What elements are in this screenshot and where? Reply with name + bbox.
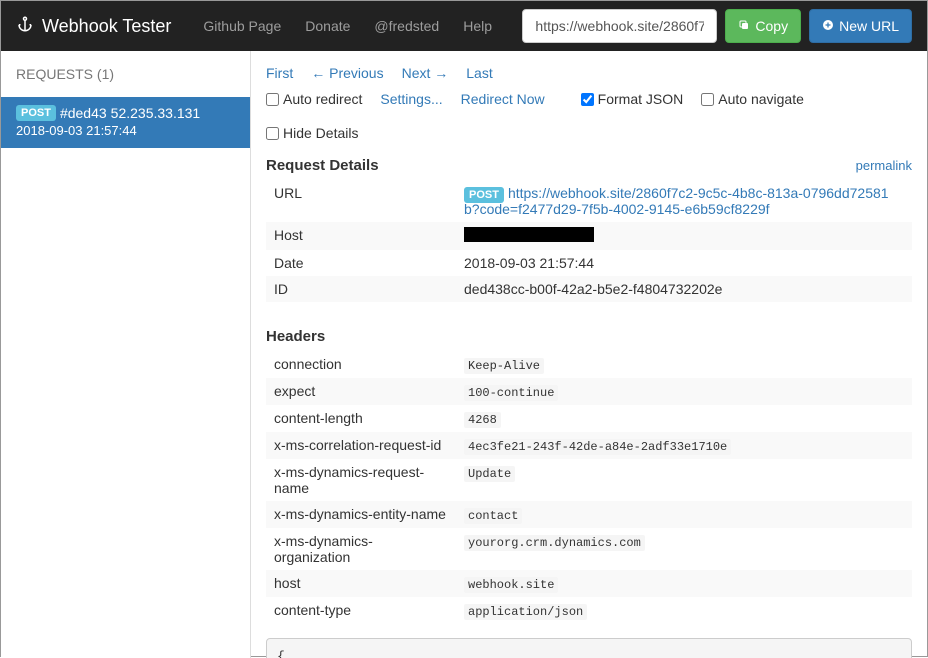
request-details-title: Request Details permalink <box>266 151 912 180</box>
table-row: x-ms-dynamics-request-name Update <box>266 459 912 501</box>
url-label: URL <box>266 180 456 222</box>
header-value: yourorg.crm.dynamics.com <box>456 528 912 570</box>
header-key: x-ms-dynamics-entity-name <box>266 501 456 528</box>
nav-help[interactable]: Help <box>451 3 504 49</box>
nav-donate[interactable]: Donate <box>293 3 362 49</box>
plus-circle-icon <box>822 18 834 34</box>
method-badge: POST <box>16 105 56 121</box>
table-row: expect 100-continue <box>266 378 912 405</box>
pager-next[interactable]: Next → <box>402 65 449 81</box>
brand[interactable]: Webhook Tester <box>16 15 171 38</box>
request-list-item[interactable]: POST #ded43 52.235.33.131 2018-09-03 21:… <box>1 97 250 148</box>
table-row: host webhook.site <box>266 570 912 597</box>
pager-first[interactable]: First <box>266 65 293 81</box>
pager-prev[interactable]: ← Previous <box>311 65 383 81</box>
url-input[interactable] <box>522 9 717 43</box>
header-value: 4268 <box>456 405 912 432</box>
header-value: application/json <box>456 597 912 624</box>
settings-link[interactable]: Settings... <box>380 91 442 107</box>
pager-last[interactable]: Last <box>466 65 492 81</box>
header-value: Update <box>456 459 912 501</box>
nav-github[interactable]: Github Page <box>191 3 293 49</box>
host-label: Host <box>266 222 456 250</box>
copy-icon <box>738 18 750 34</box>
date-label: Date <box>266 250 456 276</box>
header-key: x-ms-correlation-request-id <box>266 432 456 459</box>
header-value: 100-continue <box>456 378 912 405</box>
header-code: 100-continue <box>464 385 558 401</box>
header-key: expect <box>266 378 456 405</box>
copy-button[interactable]: Copy <box>725 9 801 43</box>
body-json[interactable]: { "BusinessUnitId": "4b9de844-e50c-e811-… <box>266 638 912 658</box>
header-value: 4ec3fe21-243f-42de-a84e-2adf33e1710e <box>456 432 912 459</box>
request-ip: 52.235.33.131 <box>111 105 201 121</box>
headers-table: connection Keep-Alive expect 100-continue co… <box>266 351 912 624</box>
header-code: Keep-Alive <box>464 358 544 374</box>
header-key: host <box>266 570 456 597</box>
navbar: Webhook Tester Github Page Donate @freds… <box>1 1 927 51</box>
navbar-links: Github Page Donate @fredsted Help <box>191 3 504 49</box>
table-row: Host <box>266 222 912 250</box>
request-url-link[interactable]: https://webhook.site/2860f7c2-9c5c-4b8c-… <box>464 185 889 217</box>
header-code: application/json <box>464 604 587 620</box>
request-details-table: URL POSThttps://webhook.site/2860f7c2-9c… <box>266 180 912 302</box>
header-code: 4ec3fe21-243f-42de-a84e-2adf33e1710e <box>464 439 731 455</box>
header-value: contact <box>456 501 912 528</box>
header-key: x-ms-dynamics-request-name <box>266 459 456 501</box>
header-code: webhook.site <box>464 577 558 593</box>
copy-label: Copy <box>755 18 788 34</box>
pager: First ← Previous Next → Last <box>266 61 912 87</box>
id-label: ID <box>266 276 456 302</box>
table-row: content-length 4268 <box>266 405 912 432</box>
nav-twitter[interactable]: @fredsted <box>362 3 451 49</box>
table-row: x-ms-dynamics-organization yourorg.crm.dy… <box>266 528 912 570</box>
table-row: x-ms-correlation-request-id 4ec3fe21-243f… <box>266 432 912 459</box>
request-id-short: #ded43 <box>60 105 107 121</box>
header-key: content-length <box>266 405 456 432</box>
new-url-button[interactable]: New URL <box>809 9 912 43</box>
anchor-icon <box>16 15 34 38</box>
hide-details-toggle[interactable]: Hide Details <box>266 125 358 141</box>
format-json-checkbox[interactable] <box>581 93 594 106</box>
header-key: connection <box>266 351 456 378</box>
header-code: contact <box>464 508 522 524</box>
new-url-label: New URL <box>839 18 899 34</box>
format-json-toggle[interactable]: Format JSON <box>581 91 684 107</box>
hide-details-checkbox[interactable] <box>266 127 279 140</box>
auto-redirect-toggle[interactable]: Auto redirect <box>266 91 362 107</box>
redirect-now-link[interactable]: Redirect Now <box>461 91 545 107</box>
sidebar-header: REQUESTS (1) <box>1 51 250 97</box>
header-key: x-ms-dynamics-organization <box>266 528 456 570</box>
table-row: URL POSThttps://webhook.site/2860f7c2-9c… <box>266 180 912 222</box>
container: REQUESTS (1) POST #ded43 52.235.33.131 2… <box>1 51 927 658</box>
table-row: Date 2018-09-03 21:57:44 <box>266 250 912 276</box>
header-code: Update <box>464 466 515 482</box>
table-row: x-ms-dynamics-entity-name contact <box>266 501 912 528</box>
headers-title: Headers <box>266 322 912 351</box>
auto-navigate-checkbox[interactable] <box>701 93 714 106</box>
id-value: ded438cc-b00f-42a2-b5e2-f4804732202e <box>456 276 912 302</box>
redacted-host <box>464 227 594 242</box>
permalink[interactable]: permalink <box>856 158 912 173</box>
header-value: webhook.site <box>456 570 912 597</box>
request-time: 2018-09-03 21:57:44 <box>16 123 235 138</box>
header-value: Keep-Alive <box>456 351 912 378</box>
navbar-right: Copy New URL <box>522 9 912 43</box>
sidebar: REQUESTS (1) POST #ded43 52.235.33.131 2… <box>1 51 251 658</box>
brand-text: Webhook Tester <box>42 16 171 37</box>
date-value: 2018-09-03 21:57:44 <box>456 250 912 276</box>
header-key: content-type <box>266 597 456 624</box>
auto-redirect-checkbox[interactable] <box>266 93 279 106</box>
options-row: Auto redirect Settings... Redirect Now F… <box>266 87 912 151</box>
header-code: 4268 <box>464 412 501 428</box>
header-code: yourorg.crm.dynamics.com <box>464 535 645 551</box>
auto-navigate-toggle[interactable]: Auto navigate <box>701 91 804 107</box>
main: First ← Previous Next → Last Auto redire… <box>251 51 927 658</box>
table-row: ID ded438cc-b00f-42a2-b5e2-f4804732202e <box>266 276 912 302</box>
table-row: content-type application/json <box>266 597 912 624</box>
table-row: connection Keep-Alive <box>266 351 912 378</box>
